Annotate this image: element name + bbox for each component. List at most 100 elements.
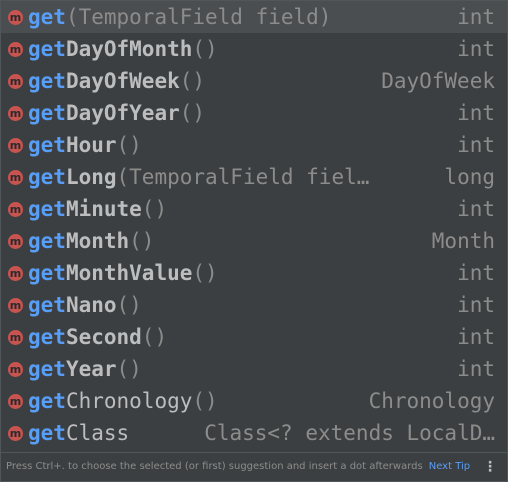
method-icon: m — [8, 170, 23, 185]
method-params: () — [116, 357, 142, 381]
completion-label: getNano() — [28, 289, 142, 321]
return-type: long — [444, 165, 495, 189]
method-params: () — [116, 133, 142, 157]
method-params: () — [192, 261, 218, 285]
match-prefix: get — [28, 5, 66, 29]
completion-item-getLong[interactable]: m getLong(TemporalField fiel… long — [1, 161, 507, 193]
return-type: int — [457, 133, 495, 157]
completion-label: getYear() — [28, 353, 142, 385]
completion-label: getChronology() — [28, 385, 218, 417]
match-prefix: get — [28, 389, 66, 413]
match-prefix: get — [28, 165, 66, 189]
match-prefix: get — [28, 101, 66, 125]
method-icon: m — [8, 234, 23, 249]
method-params: (TemporalField field) — [65, 5, 332, 29]
completion-item-getNano[interactable]: m getNano() int — [1, 289, 507, 321]
method-name: Minute — [65, 197, 142, 221]
method-params: () — [129, 229, 155, 253]
method-name: Second — [65, 325, 142, 349]
return-type: DayOfWeek — [381, 69, 495, 93]
completion-item-getMonthValue[interactable]: m getMonthValue() int — [1, 257, 507, 289]
completion-item-getMonth[interactable]: m getMonth() Month — [1, 225, 507, 257]
return-type: int — [457, 293, 495, 317]
completion-label: getMinute() — [28, 193, 167, 225]
completion-list: m get(TemporalField field) int m getDayO… — [1, 1, 507, 449]
method-name: Year — [65, 357, 117, 381]
method-icon: m — [8, 138, 23, 153]
method-name: Class — [65, 421, 130, 445]
method-icon: m — [8, 202, 23, 217]
return-type: int — [457, 101, 495, 125]
method-name: Chronology — [65, 389, 193, 413]
return-type: int — [457, 261, 495, 285]
method-icon: m — [8, 42, 23, 57]
method-name: MonthValue — [65, 261, 193, 285]
method-params: (TemporalField fiel… — [116, 165, 370, 189]
method-icon: m — [8, 426, 23, 441]
method-params: () — [141, 325, 168, 349]
completion-item-get[interactable]: m get(TemporalField field) int — [1, 1, 507, 33]
completion-item-getDayOfYear[interactable]: m getDayOfYear() int — [1, 97, 507, 129]
completion-label: getMonthValue() — [28, 257, 218, 289]
completion-item-getHour[interactable]: m getHour() int — [1, 129, 507, 161]
method-params: () — [179, 69, 206, 93]
match-prefix: get — [28, 421, 66, 445]
method-params: () — [116, 293, 142, 317]
method-icon: m — [8, 298, 23, 313]
method-name: Month — [65, 229, 130, 253]
completion-label: getDayOfWeek() — [28, 65, 205, 97]
return-type: int — [457, 5, 495, 29]
completion-label: getSecond() — [28, 321, 167, 353]
completion-item-getMinute[interactable]: m getMinute() int — [1, 193, 507, 225]
completion-item-getDayOfMonth[interactable]: m getDayOfMonth() int — [1, 33, 507, 65]
method-params: () — [192, 389, 218, 413]
return-type: int — [457, 197, 495, 221]
footer-hint: Press Ctrl+. to choose the selected (or … — [6, 453, 470, 481]
completion-label: getHour() — [28, 129, 142, 161]
method-icon: m — [8, 74, 23, 89]
completion-label: get(TemporalField field) — [28, 1, 331, 33]
method-icon: m — [8, 10, 23, 25]
method-icon: m — [8, 266, 23, 281]
method-params: () — [141, 197, 168, 221]
match-prefix: get — [28, 325, 66, 349]
method-name: Hour — [65, 133, 117, 157]
match-prefix: get — [28, 69, 66, 93]
completion-item-getChronology[interactable]: m getChronology() Chronology — [1, 385, 507, 417]
match-prefix: get — [28, 197, 66, 221]
match-prefix: get — [28, 261, 66, 285]
completion-item-getDayOfWeek[interactable]: m getDayOfWeek() DayOfWeek — [1, 65, 507, 97]
method-name: DayOfMonth — [65, 37, 193, 61]
method-name: Nano — [65, 293, 117, 317]
match-prefix: get — [28, 133, 66, 157]
method-icon: m — [8, 330, 23, 345]
method-name: Long — [65, 165, 117, 189]
method-params: () — [192, 37, 218, 61]
method-name: DayOfWeek — [65, 69, 180, 93]
match-prefix: get — [28, 229, 66, 253]
method-icon: m — [8, 362, 23, 377]
return-type: int — [457, 357, 495, 381]
completion-popup: m get(TemporalField field) int m getDayO… — [0, 0, 508, 482]
hint-text: Press Ctrl+. to choose the selected (or … — [6, 461, 423, 472]
return-type: Month — [431, 229, 495, 253]
match-prefix: get — [28, 293, 66, 317]
method-name: DayOfYear — [65, 101, 180, 125]
method-icon: m — [8, 106, 23, 121]
completion-label: getDayOfMonth() — [28, 33, 218, 65]
method-params: () — [179, 101, 206, 125]
completion-item-getYear[interactable]: m getYear() int — [1, 353, 507, 385]
return-type: Chronology — [368, 389, 495, 413]
return-type: Class<? extends LocalD… — [204, 421, 495, 445]
completion-footer: Press Ctrl+. to choose the selected (or … — [1, 452, 507, 481]
more-options-icon[interactable]: ⋮ — [483, 453, 497, 481]
next-tip-link[interactable]: Next Tip — [429, 461, 470, 472]
match-prefix: get — [28, 357, 66, 381]
completion-label: getLong(TemporalField fiel… — [28, 161, 369, 193]
completion-item-getSecond[interactable]: m getSecond() int — [1, 321, 507, 353]
completion-label: getMonth() — [28, 225, 154, 257]
method-icon: m — [8, 394, 23, 409]
completion-item-getClass[interactable]: m getClass Class<? extends LocalD… — [1, 417, 507, 449]
return-type: int — [457, 37, 495, 61]
match-prefix: get — [28, 37, 66, 61]
